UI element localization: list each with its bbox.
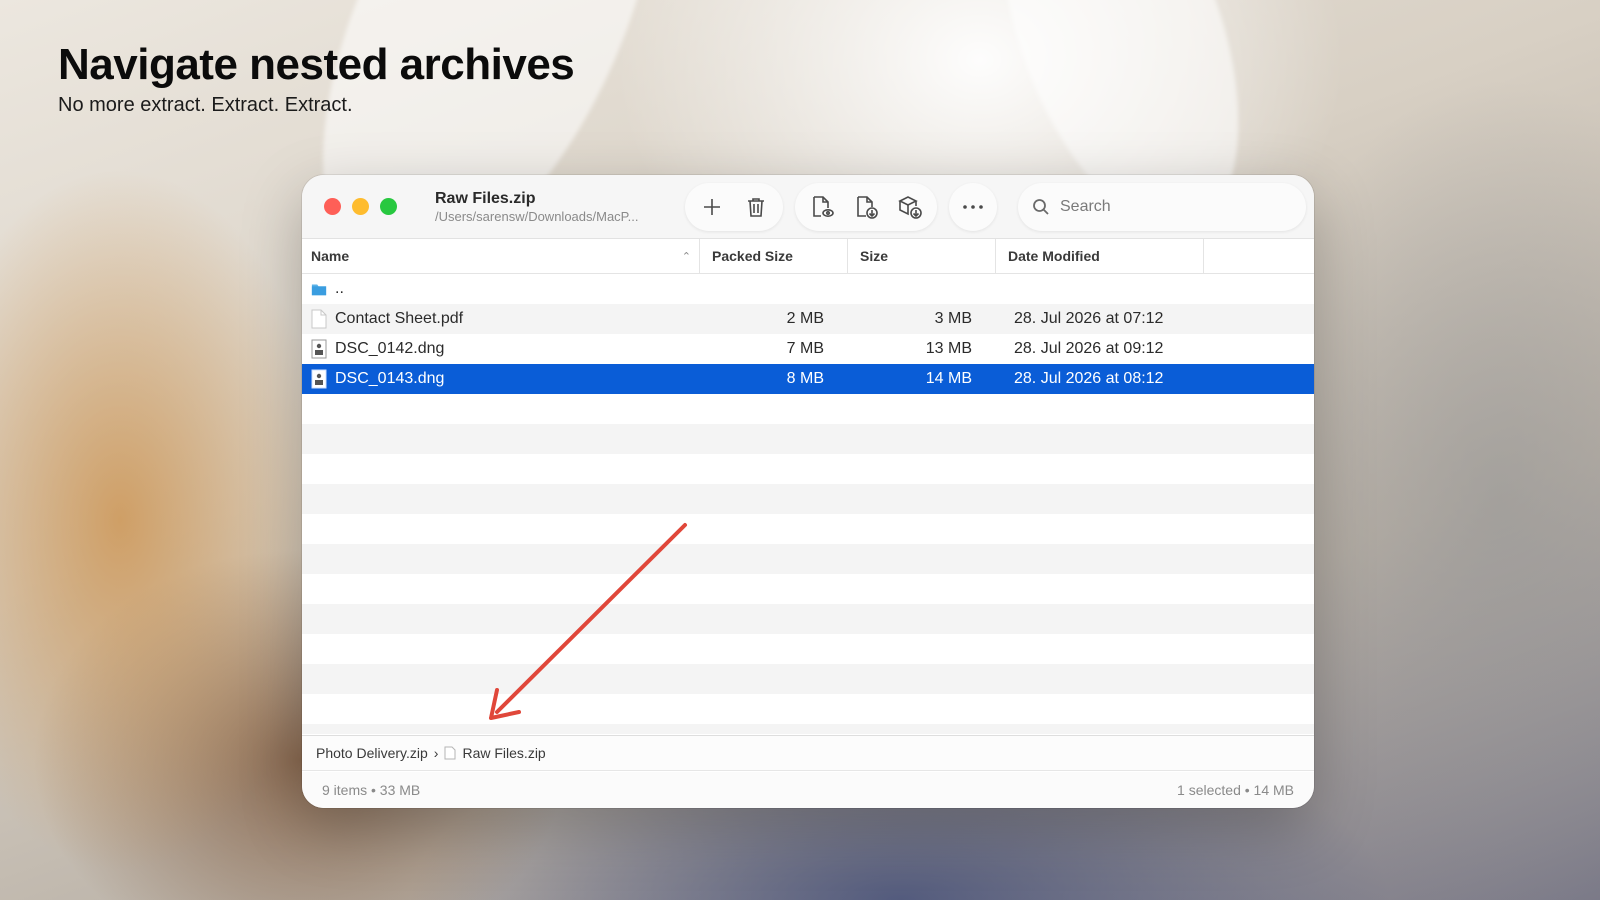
breadcrumb-separator: › [433, 745, 439, 761]
breadcrumb-current[interactable]: Raw Files.zip [462, 745, 545, 761]
more-tool-group [949, 182, 997, 231]
delete-button[interactable] [737, 188, 775, 226]
pdf-file-icon [311, 309, 327, 329]
column-header-row: Name ⌃ Packed Size Size Date Modified [302, 239, 1314, 274]
extract-tool-group [795, 182, 937, 231]
row-name-cell: DSC_0142.dng [302, 339, 700, 359]
row-date: 28. Jul 2026 at 09:12 [1014, 340, 1164, 357]
archive-file-icon [444, 746, 456, 760]
empty-row [302, 694, 1314, 724]
column-header-name[interactable]: Name ⌃ [302, 239, 700, 273]
column-header-date-label: Date Modified [1008, 248, 1100, 264]
add-button[interactable] [693, 188, 731, 226]
column-header-size-label: Size [860, 248, 889, 264]
headline: Navigate nested archives No more extract… [58, 40, 575, 117]
empty-row [302, 484, 1314, 514]
empty-row [302, 664, 1314, 694]
column-header-name-label: Name [311, 248, 350, 264]
row-size: 3 MB [934, 310, 972, 327]
zoom-button[interactable] [380, 198, 397, 215]
table-row[interactable]: Contact Sheet.pdf 2 MB 3 MB 28. Jul 2026… [302, 304, 1314, 334]
table-row[interactable]: DSC_0142.dng 7 MB 13 MB 28. Jul 2026 at … [302, 334, 1314, 364]
status-item-count: 9 items • 33 MB [322, 782, 421, 798]
row-packed-size: 2 MB [786, 310, 824, 327]
breadcrumb-parent[interactable]: Photo Delivery.zip [316, 745, 428, 761]
extract-button[interactable] [847, 188, 885, 226]
edit-tool-group [685, 182, 783, 231]
box-download-icon [898, 195, 922, 219]
document-download-icon [857, 195, 878, 219]
status-selection: 1 selected • 14 MB [1177, 782, 1294, 798]
raw-image-file-icon [311, 369, 327, 389]
row-name: DSC_0142.dng [335, 340, 445, 357]
empty-row [302, 724, 1314, 734]
minimize-button[interactable] [352, 198, 369, 215]
ellipsis-icon [963, 204, 983, 209]
window-path: /Users/sarensw/Downloads/MacP... [435, 208, 639, 224]
close-button[interactable] [324, 198, 341, 215]
row-size: 14 MB [925, 370, 972, 387]
column-header-date-modified[interactable]: Date Modified [996, 239, 1204, 273]
empty-row [302, 574, 1314, 604]
status-bar: 9 items • 33 MB 1 selected • 14 MB [302, 772, 1314, 808]
file-list: .. Contact Sheet.pdf 2 MB 3 MB 28. Jul 2… [302, 274, 1314, 734]
empty-row [302, 514, 1314, 544]
raw-image-file-icon [311, 339, 327, 359]
titlebar: Raw Files.zip /Users/sarensw/Downloads/M… [302, 175, 1314, 239]
row-name-cell: .. [302, 279, 700, 299]
row-date: 28. Jul 2026 at 07:12 [1014, 310, 1164, 327]
row-packed-size: 7 MB [786, 340, 824, 357]
row-size: 13 MB [925, 340, 972, 357]
sort-ascending-icon: ⌃ [681, 250, 691, 263]
archive-window: Raw Files.zip /Users/sarensw/Downloads/M… [302, 175, 1314, 808]
window-title: Raw Files.zip [435, 189, 536, 207]
folder-icon [311, 284, 327, 296]
row-name-cell: Contact Sheet.pdf [302, 309, 700, 329]
column-header-packed-label: Packed Size [712, 248, 793, 264]
empty-row [302, 634, 1314, 664]
breadcrumb: Photo Delivery.zip › Raw Files.zip [302, 735, 1314, 771]
column-header-packed-size[interactable]: Packed Size [700, 239, 848, 273]
page-subtitle: No more extract. Extract. Extract. [58, 94, 353, 116]
row-name-cell: DSC_0143.dng [302, 369, 700, 389]
empty-row [302, 394, 1314, 424]
plus-icon [704, 198, 720, 215]
title-block: Raw Files.zip /Users/sarensw/Downloads/M… [435, 190, 673, 224]
row-date: 28. Jul 2026 at 08:12 [1014, 370, 1164, 387]
row-packed-size: 8 MB [786, 370, 824, 387]
search-field[interactable] [1018, 183, 1306, 231]
extract-all-button[interactable] [891, 188, 929, 226]
empty-row [302, 544, 1314, 574]
more-button[interactable] [954, 188, 992, 226]
row-name: .. [335, 280, 344, 297]
document-eye-icon [813, 195, 834, 217]
column-header-size[interactable]: Size [848, 239, 996, 273]
row-name: Contact Sheet.pdf [335, 310, 464, 327]
window-controls [324, 198, 397, 215]
row-name: DSC_0143.dng [335, 370, 445, 387]
search-icon [1033, 199, 1049, 215]
table-row[interactable]: .. [302, 274, 1314, 304]
empty-row [302, 604, 1314, 634]
trash-icon [748, 197, 764, 217]
table-row-selected[interactable]: DSC_0143.dng 8 MB 14 MB 28. Jul 2026 at … [302, 364, 1314, 394]
empty-row [302, 424, 1314, 454]
preview-button[interactable] [803, 188, 841, 226]
empty-row [302, 454, 1314, 484]
page-title: Navigate nested archives [58, 40, 575, 89]
search-input[interactable] [1060, 198, 1280, 216]
